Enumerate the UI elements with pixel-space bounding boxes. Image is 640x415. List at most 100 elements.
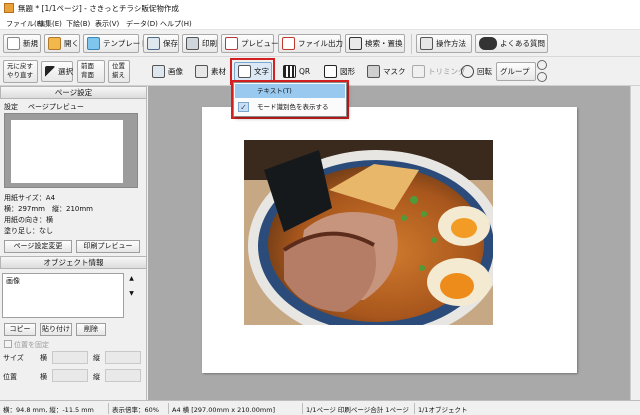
trimming-button[interactable]: トリミング [408,62,466,81]
menu-draft[interactable]: 下絵(B) [66,19,90,29]
page-canvas[interactable] [202,107,577,373]
paste-button[interactable]: 貼り付け [40,323,72,336]
position-label: 位置 [3,373,17,381]
howto-button[interactable]: 操作方法 [416,34,472,53]
lock-position-label: 位置を固定 [14,341,49,349]
text-icon [238,65,251,78]
undo-redo-button[interactable]: 元に戻す やり直す [3,60,38,83]
cursor-icon [45,65,55,78]
rotate-icon [461,65,474,78]
position-x-label: 横 [40,373,47,381]
dropdown-item-show-mode-color[interactable]: ✓ モード識別色を表示する [235,100,345,114]
paper-size-label: 用紙サイズ：A4 [4,194,56,202]
manual-icon [420,37,433,50]
left-panel: ページ設定 設定 ページプレビュー 用紙サイズ：A4 横：297mm 縦：210… [0,86,147,400]
print-preview-button[interactable]: 印刷プレビュー [76,240,140,253]
lock-position-checkbox[interactable] [4,340,12,348]
size-height-label: 縦 [93,354,100,362]
dropdown-item-text[interactable]: テキスト(T) [235,84,345,98]
status-bar: 横：94.8 mm, 縦：-11.5 mm 表示倍率：60% A4 横 [297… [0,400,640,415]
status-divider [302,403,303,414]
page-settings-change-button[interactable]: ページ設定変更 [4,240,72,253]
qr-icon [283,65,296,78]
arrow-up-icon[interactable]: ▲ [127,275,136,284]
material-tool-button[interactable]: 素材 [191,62,231,81]
save-icon [147,37,160,50]
copy-button[interactable]: コピー [4,323,36,336]
folder-icon [48,37,61,50]
bring-front-back-button[interactable]: 前面 背面 [77,60,105,83]
ramen-photo[interactable] [244,140,493,325]
title-bar: 無題 * [1/1ページ] - さきっとチラシ販促物作成 [0,0,640,16]
page-settings-header: ページ設定 [0,86,147,99]
faq-button[interactable]: よくある質問 [475,34,548,53]
select-button[interactable]: 選択 [41,61,73,82]
arrow-down-icon[interactable]: ▼ [127,290,136,299]
menu-view[interactable]: 表示(V) [95,19,119,29]
tab-page-preview[interactable]: ページプレビュー [28,102,84,112]
menu-data[interactable]: データ(D) [126,19,158,29]
save-button[interactable]: 保存 [143,34,179,53]
size-width-field[interactable] [52,351,88,364]
template-button[interactable]: テンプレート [83,34,148,53]
search-replace-button[interactable]: 検索・置換 [345,34,405,53]
tab-settings[interactable]: 設定 [4,102,18,112]
material-icon [195,65,208,78]
object-list[interactable]: 画像 [2,273,124,318]
qr-tool-button[interactable]: QR [279,62,317,81]
new-button[interactable]: 新規 [3,34,41,53]
crop-icon [412,65,425,78]
position-y-field[interactable] [105,369,141,382]
mask-tool-button[interactable]: マスク [363,62,406,81]
template-icon [87,37,100,50]
search-icon [349,37,362,50]
status-zoom: 表示倍率：60% [112,406,159,414]
status-divider [108,403,109,414]
align-button[interactable]: 位置 揃え [108,60,130,83]
mask-icon [367,65,380,78]
shape-tool-button[interactable]: 図形 [320,62,360,81]
open-button[interactable]: 開く [44,34,80,53]
app-icon [4,3,14,13]
text-tool-button[interactable]: 文字 [234,62,272,81]
menu-bar: ファイル(F) 編集(E) 下絵(B) 表示(V) データ(D) ヘルプ(H) [0,16,640,30]
status-divider [414,403,415,414]
zoom-in-icon[interactable] [537,60,547,70]
main-toolbar: 新規 開く テンプレート 保存 印刷 プレビュー ファイル出力 検索・置換 操作… [0,30,640,57]
list-item[interactable]: 画像 [6,276,20,286]
zoom-out-icon[interactable] [537,72,547,82]
paper-dimensions-label: 横：297mm 縦：210mm [4,205,93,213]
preview-button[interactable]: プレビュー [221,34,279,53]
paper-orientation-label: 用紙の向き：横 [4,216,53,224]
object-info-header: オブジェクト情報 [0,256,147,269]
rotate-button[interactable]: 回転 [457,62,495,81]
delete-button[interactable]: 削除 [76,323,106,336]
status-cursor-position: 横：94.8 mm, 縦：-11.5 mm [3,406,94,414]
file-export-button[interactable]: ファイル出力 [278,34,343,53]
size-height-field[interactable] [105,351,141,364]
status-pages: 1/1ページ 印刷ページ合計 1ページ [306,406,409,414]
vertical-scrollbar[interactable] [630,86,640,400]
canvas-area[interactable] [148,86,630,400]
check-icon: ✓ [238,102,249,112]
status-divider [168,403,169,414]
printer-icon [186,37,199,50]
menu-help[interactable]: ヘルプ(H) [160,19,192,29]
position-y-label: 縦 [93,373,100,381]
page-preview-box [4,113,138,188]
print-button[interactable]: 印刷 [182,34,218,53]
position-x-field[interactable] [52,369,88,382]
shape-icon [324,65,337,78]
status-paper: A4 横 [297.00mm x 210.00mm] [172,406,276,414]
group-button[interactable]: グループ [496,62,536,81]
new-document-icon [7,37,20,50]
export-icon [282,37,295,50]
faq-icon [479,37,497,50]
size-label: サイズ [3,354,24,362]
status-objects: 1/1オブジェクト [418,406,468,414]
image-tool-button[interactable]: 画像 [148,62,190,81]
menu-edit[interactable]: 編集(E) [38,19,62,29]
image-icon [152,65,165,78]
page-preview-thumbnail [11,120,123,183]
preview-icon [225,37,238,50]
